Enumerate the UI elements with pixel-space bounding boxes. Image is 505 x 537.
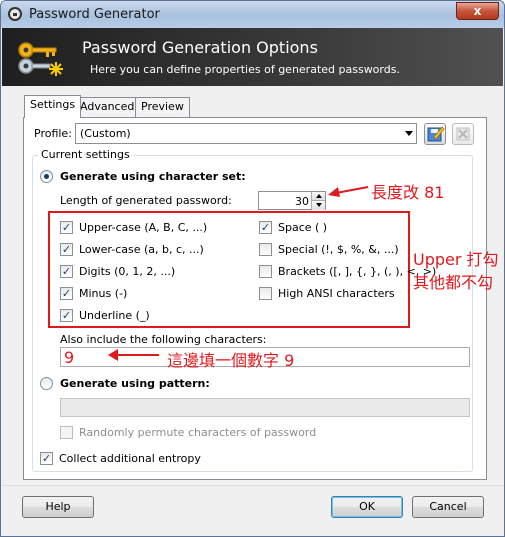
keys-icon bbox=[18, 42, 63, 76]
high-ansi-checkbox[interactable] bbox=[259, 287, 272, 300]
also-include-label: Also include the following characters: bbox=[60, 333, 267, 346]
save-profile-button[interactable] bbox=[424, 123, 446, 145]
space-label[interactable]: Space ( ) bbox=[278, 221, 327, 234]
length-value[interactable]: 30 bbox=[295, 195, 309, 208]
permute-checkbox[interactable] bbox=[60, 426, 73, 439]
also-include-value[interactable]: 9 bbox=[64, 348, 74, 367]
ok-button[interactable]: OK bbox=[331, 496, 403, 518]
digit-annotation-arrow-icon bbox=[108, 349, 159, 361]
delete-profile-button[interactable] bbox=[452, 123, 474, 145]
uppercase-label[interactable]: Upper-case (A, B, C, ...) bbox=[79, 221, 207, 234]
digit-annotation: 這邊填一個數字 9 bbox=[167, 351, 295, 370]
special-checkbox[interactable] bbox=[259, 243, 272, 256]
charset-mode-label[interactable]: Generate using character set: bbox=[60, 170, 246, 183]
permute-label[interactable]: Randomly permute characters of password bbox=[79, 426, 316, 439]
uppercase-checkbox[interactable]: ✓ bbox=[60, 221, 73, 234]
tab-preview[interactable]: Preview bbox=[135, 97, 190, 117]
profile-select[interactable]: (Custom) bbox=[75, 123, 417, 144]
high-ansi-label[interactable]: High ANSI characters bbox=[278, 287, 395, 300]
banner-title: Password Generation Options bbox=[82, 38, 318, 57]
pattern-mode-label[interactable]: Generate using pattern: bbox=[60, 377, 210, 390]
digits-checkbox[interactable]: ✓ bbox=[60, 265, 73, 278]
space-checkbox[interactable]: ✓ bbox=[259, 221, 272, 234]
help-button[interactable]: Help bbox=[22, 496, 94, 518]
spin-down-icon[interactable] bbox=[311, 201, 325, 210]
lowercase-label[interactable]: Lower-case (a, b, c, ...) bbox=[79, 243, 204, 256]
footer-separator bbox=[2, 485, 504, 486]
chevron-down-icon bbox=[405, 131, 413, 136]
minus-checkbox[interactable]: ✓ bbox=[60, 287, 73, 300]
tab-advanced[interactable]: Advanced bbox=[74, 97, 141, 117]
upper-annotation-line2: 其他都不勾 bbox=[413, 273, 494, 292]
length-spinner[interactable]: 30 bbox=[258, 191, 326, 210]
window-title: Password Generator bbox=[29, 7, 160, 22]
header-banner: Password Generation Options Here you can… bbox=[2, 28, 503, 86]
close-button[interactable]: x bbox=[456, 2, 499, 20]
spin-up-icon[interactable] bbox=[311, 192, 325, 201]
special-label[interactable]: Special (!, $, %, &, ...) bbox=[278, 243, 399, 256]
digits-label[interactable]: Digits (0, 1, 2, ...) bbox=[79, 265, 175, 278]
password-generator-window: Password Generator x Password Generation… bbox=[0, 0, 505, 537]
profile-label: Profile: bbox=[34, 127, 72, 140]
cancel-button[interactable]: Cancel bbox=[412, 496, 484, 518]
entropy-checkbox[interactable]: ✓ bbox=[40, 452, 53, 465]
length-label: Length of generated password: bbox=[60, 194, 232, 207]
brackets-checkbox[interactable] bbox=[259, 265, 272, 278]
entropy-label[interactable]: Collect additional entropy bbox=[59, 452, 201, 465]
pattern-mode-radio[interactable] bbox=[40, 377, 53, 390]
minus-label[interactable]: Minus (-) bbox=[79, 287, 127, 300]
save-profile-icon bbox=[427, 126, 445, 142]
current-settings-label: Current settings bbox=[38, 148, 133, 161]
lowercase-checkbox[interactable]: ✓ bbox=[60, 243, 73, 256]
delete-profile-icon bbox=[456, 127, 470, 141]
pattern-input[interactable] bbox=[60, 398, 470, 417]
tab-settings[interactable]: Settings bbox=[24, 95, 82, 118]
underline-label[interactable]: Underline (_) bbox=[79, 309, 150, 322]
length-annotation-arrow-icon bbox=[328, 186, 369, 197]
underline-checkbox[interactable]: ✓ bbox=[60, 309, 73, 322]
length-annotation: 長度改 81 bbox=[371, 183, 445, 202]
banner-subtitle: Here you can define properties of genera… bbox=[90, 63, 400, 76]
title-bar[interactable]: Password Generator x bbox=[1, 1, 504, 28]
lock-icon bbox=[8, 7, 22, 21]
upper-annotation-line1: Upper 打勾 bbox=[413, 250, 499, 269]
charset-mode-radio[interactable] bbox=[40, 170, 53, 183]
profile-select-value: (Custom) bbox=[80, 127, 131, 140]
